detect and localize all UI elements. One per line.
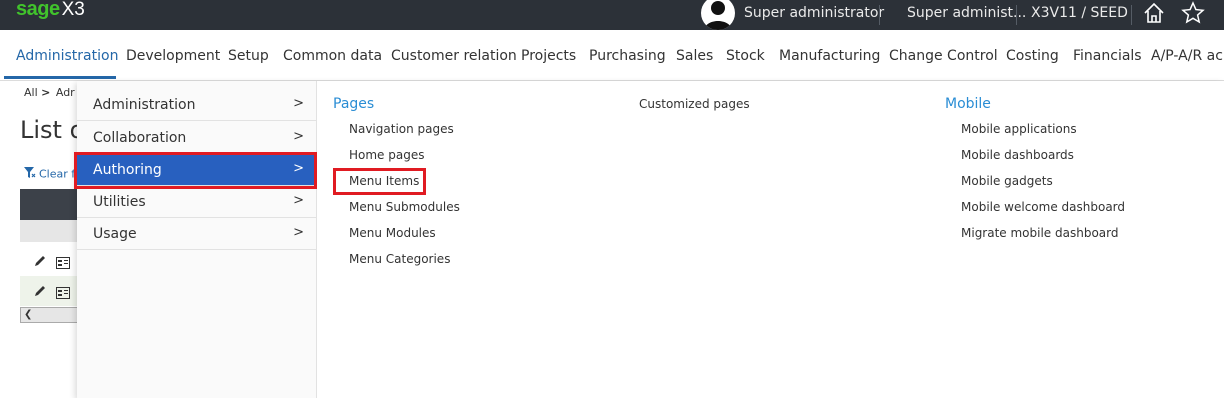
link-navigation-pages[interactable]: Navigation pages	[349, 122, 454, 136]
main-menu-item-ap-ar[interactable]: A/P-A/R ac	[1151, 48, 1223, 64]
main-menu-item-stock[interactable]: Stock	[726, 48, 765, 64]
mega-menu-dropdown: Administration > Collaboration > Authori…	[74, 81, 1224, 398]
chevron-right-icon: >	[293, 193, 304, 208]
main-menu-item-sales[interactable]: Sales	[676, 48, 713, 64]
main-menu-item-customer-relation[interactable]: Customer relation	[391, 48, 517, 64]
divider	[1131, 5, 1132, 25]
main-menu-item-common-data[interactable]: Common data	[283, 48, 382, 64]
link-menu-items[interactable]: Menu Items	[349, 174, 419, 188]
main-menu-item-purchasing[interactable]: Purchasing	[589, 48, 666, 64]
clear-filter-label: Clear fi	[39, 167, 79, 181]
link-home-pages[interactable]: Home pages	[349, 148, 424, 162]
main-menu-item-manufacturing[interactable]: Manufacturing	[779, 48, 880, 64]
category-list: Administration > Collaboration > Authori…	[74, 81, 317, 398]
main-menu-item-costing[interactable]: Costing	[1006, 48, 1059, 64]
link-mobile-gadgets[interactable]: Mobile gadgets	[961, 174, 1053, 188]
category-label: Collaboration	[93, 130, 187, 146]
logo-product: X3	[61, 0, 85, 20]
role-selector[interactable]: Super administ...	[907, 5, 1026, 21]
user-name[interactable]: Super administrator	[744, 5, 884, 21]
main-menu: Administration Development Setup Common …	[0, 30, 1224, 81]
category-label: Usage	[93, 226, 137, 242]
link-menu-modules[interactable]: Menu Modules	[349, 226, 436, 240]
table-row[interactable]	[20, 246, 80, 276]
scroll-left-icon[interactable]: ❮	[24, 309, 32, 320]
category-usage[interactable]: Usage >	[77, 218, 316, 250]
detail-icon[interactable]	[56, 254, 70, 273]
chevron-right-icon: >	[293, 96, 304, 111]
main-menu-item-projects[interactable]: Projects	[521, 48, 576, 64]
link-menu-submodules[interactable]: Menu Submodules	[349, 200, 460, 214]
main-menu-item-administration[interactable]: Administration	[16, 48, 118, 64]
main-menu-item-financials[interactable]: Financials	[1073, 48, 1142, 64]
horizontal-scrollbar[interactable]: ❮	[20, 307, 80, 323]
link-mobile-dashboards[interactable]: Mobile dashboards	[961, 148, 1074, 162]
category-authoring[interactable]: Authoring >	[77, 154, 316, 186]
main-menu-item-development[interactable]: Development	[126, 48, 220, 64]
link-menu-categories[interactable]: Menu Categories	[349, 252, 450, 266]
group-title-mobile: Mobile	[945, 96, 991, 112]
link-mobile-welcome-dashboard[interactable]: Mobile welcome dashboard	[961, 200, 1125, 214]
divider	[879, 5, 880, 25]
chevron-right-icon: >	[293, 129, 304, 144]
category-administration[interactable]: Administration >	[77, 89, 316, 121]
category-label: Utilities	[93, 194, 146, 210]
endpoint-selector[interactable]: X3V11 / SEED	[1031, 5, 1128, 21]
active-tab-underline	[4, 76, 116, 79]
sage-x3-logo[interactable]: sage X3	[16, 0, 85, 21]
clear-filter-button[interactable]: Clear fi	[24, 167, 78, 182]
logo-brand: sage	[16, 0, 60, 20]
divider	[1016, 5, 1017, 25]
group-title-pages: Pages	[333, 96, 375, 112]
breadcrumb: All > Adr	[24, 86, 75, 99]
group-title-customized-pages[interactable]: Customized pages	[639, 97, 750, 111]
category-label: Administration	[93, 97, 196, 113]
home-icon[interactable]	[1142, 1, 1166, 29]
edit-icon[interactable]	[33, 283, 47, 302]
star-icon[interactable]	[1181, 1, 1205, 29]
detail-icon[interactable]	[56, 284, 70, 303]
link-migrate-mobile-dashboard[interactable]: Migrate mobile dashboard	[961, 226, 1119, 240]
top-bar: sage X3 Super administrator Super adminis…	[0, 0, 1224, 30]
table-row[interactable]	[20, 276, 80, 306]
breadcrumb-all[interactable]: All	[24, 86, 38, 99]
page-title: List o	[20, 116, 85, 144]
chevron-right-icon: >	[293, 225, 304, 240]
category-label: Authoring	[93, 162, 162, 178]
edit-icon[interactable]	[33, 253, 47, 272]
chevron-right-icon: >	[293, 161, 304, 176]
main-menu-item-setup[interactable]: Setup	[228, 48, 269, 64]
breadcrumb-administration[interactable]: Adr	[56, 86, 75, 99]
category-utilities[interactable]: Utilities >	[77, 186, 316, 218]
main-menu-item-change-control[interactable]: Change Control	[889, 48, 998, 64]
link-mobile-applications[interactable]: Mobile applications	[961, 122, 1077, 136]
avatar-icon[interactable]	[701, 0, 735, 30]
breadcrumb-separator: >	[41, 86, 51, 99]
category-collaboration[interactable]: Collaboration >	[77, 122, 316, 154]
filter-clear-icon	[24, 167, 36, 182]
table-header	[20, 189, 80, 220]
table-filter-row	[20, 220, 80, 242]
